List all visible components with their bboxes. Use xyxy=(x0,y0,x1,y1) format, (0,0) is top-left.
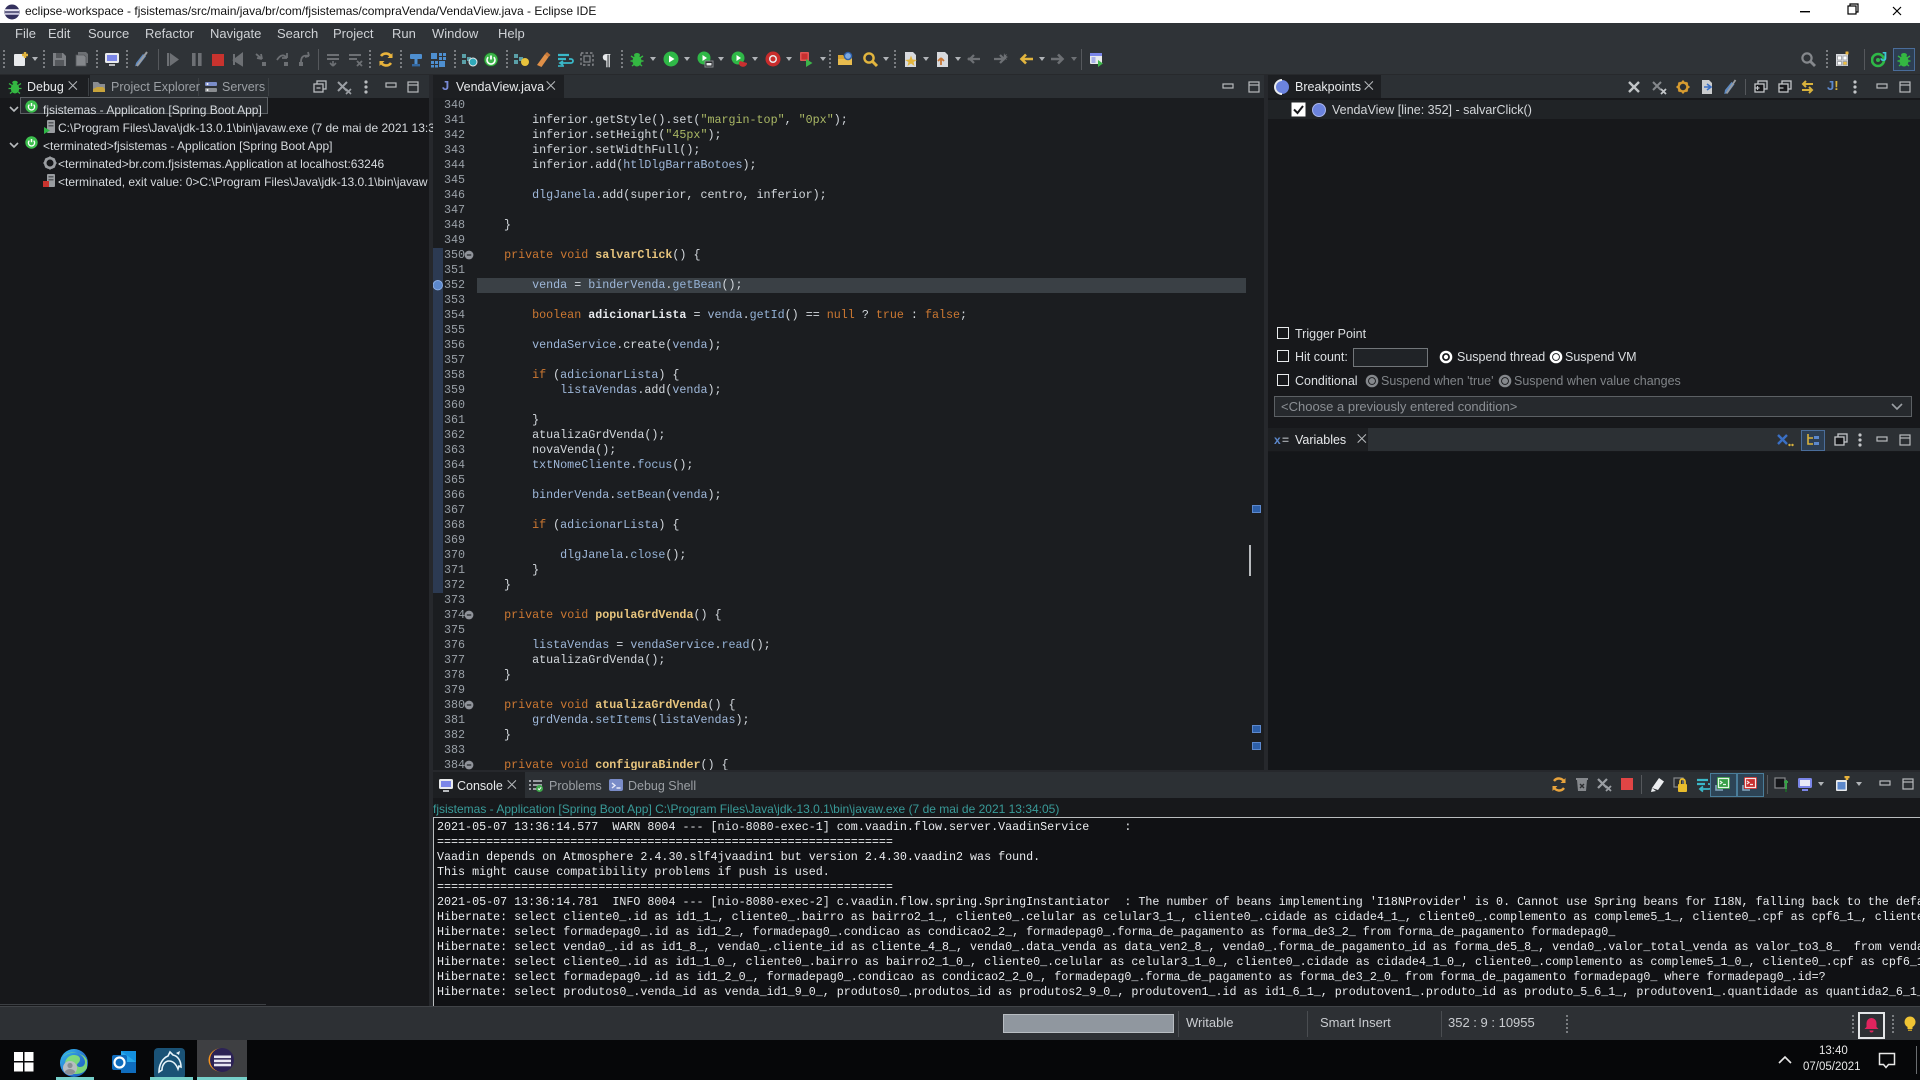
svg-text:x: x xyxy=(1274,433,1281,447)
svg-text:J: J xyxy=(1880,51,1887,64)
svg-text:¶: ¶ xyxy=(602,51,611,68)
svg-text:=: = xyxy=(1282,433,1289,447)
